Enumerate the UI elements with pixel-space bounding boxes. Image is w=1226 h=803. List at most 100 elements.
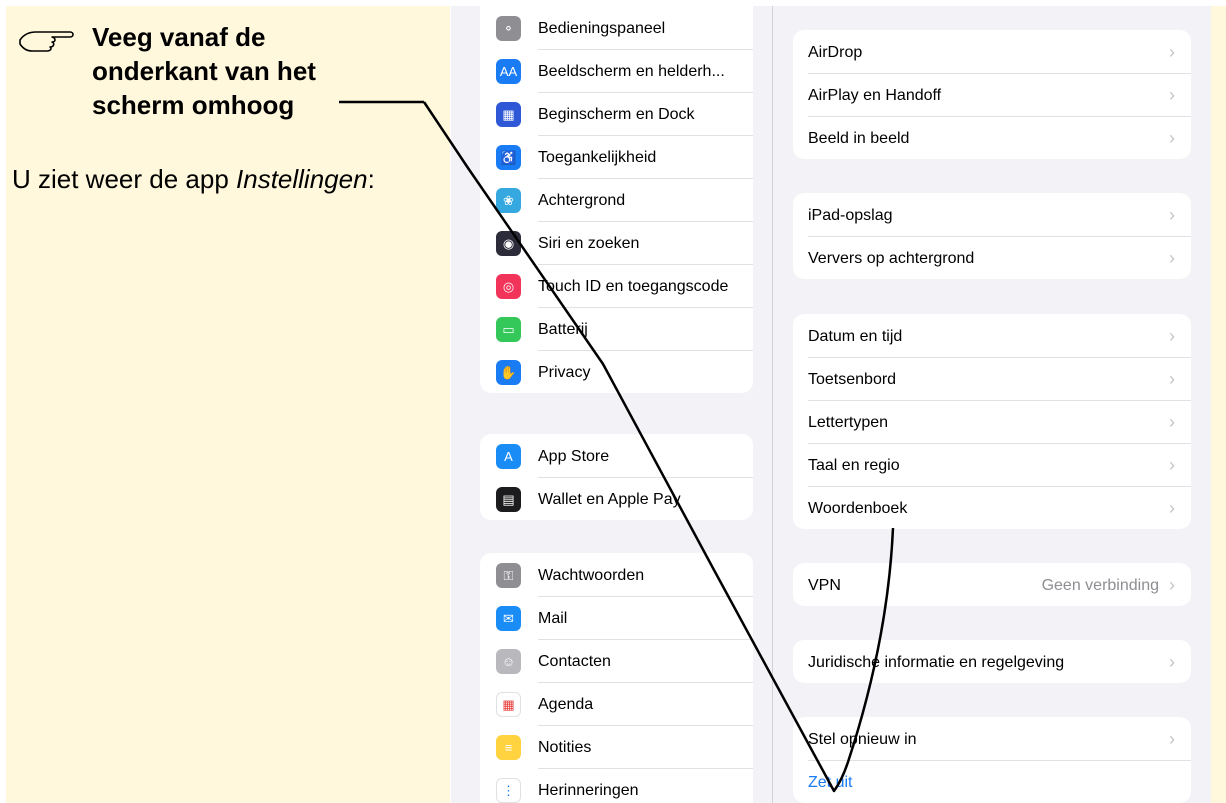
sidebar-item-label: Wachtwoorden — [538, 567, 645, 584]
setting-label: AirPlay en Handoff — [808, 87, 942, 104]
chevron-right-icon: › — [1169, 455, 1175, 475]
setting-lettertypen[interactable]: Lettertypen › — [793, 400, 1191, 443]
sidebar-group: ⚿ Wachtwoorden ✉ Mail ☺ Contacten ▦ Agenda ≡ Noti… — [480, 553, 753, 803]
sidebar-item-label: Privacy — [538, 364, 591, 381]
key-icon: ⚿ — [496, 563, 521, 588]
mail-icon: ✉ — [496, 606, 521, 631]
step-title: Veeg vanaf de onderkant van het scherm o… — [92, 22, 316, 120]
sidebar-item-touch-id-en-toegangscode[interactable]: ◎ Touch ID en toegangscode — [480, 264, 753, 307]
setting-beeld-in-beeld[interactable]: Beeld in beeld › — [793, 116, 1191, 159]
settings-screen: ⚬ Bedieningspaneel AA Beeldscherm en helder… — [451, 6, 1211, 803]
sidebar-item-label: Agenda — [538, 696, 594, 713]
step-body-text: U ziet weer de app — [12, 164, 237, 194]
sidebar-item-label: Achtergrond — [538, 192, 626, 209]
detail-group: Juridische informatie en regelgeving › — [793, 640, 1191, 683]
calendar-icon: ▦ — [496, 692, 521, 717]
sidebar-item-herinneringen[interactable]: ⋮ Herinneringen — [480, 768, 753, 803]
flower-icon: ❀ — [496, 188, 521, 213]
chevron-right-icon: › — [1169, 205, 1175, 225]
chevron-right-icon: › — [1169, 128, 1175, 148]
sidebar-item-achtergrond[interactable]: ❀ Achtergrond — [480, 178, 753, 221]
chevron-right-icon: › — [1169, 652, 1175, 672]
fingerprint-icon: ◎ — [496, 274, 521, 299]
sidebar-item-label: Batterij — [538, 321, 588, 338]
detail-group: VPN Geen verbinding › — [793, 563, 1191, 606]
chevron-right-icon: › — [1169, 575, 1175, 595]
detail-group: Datum en tijd › Toetsenbord › Lettertypen › Ta… — [793, 314, 1191, 529]
setting-label: VPN — [808, 577, 841, 594]
setting-label: Stel opnieuw in — [808, 731, 917, 748]
sidebar-item-toegankelijkheid[interactable]: ♿ Toegankelijkheid — [480, 135, 753, 178]
setting-label: Ververs op achtergrond — [808, 250, 975, 267]
setting-label: AirDrop — [808, 44, 863, 61]
detail-group: Stel opnieuw in › Zet uit — [793, 717, 1191, 803]
setting-toetsenbord[interactable]: Toetsenbord › — [793, 357, 1191, 400]
setting-label: Datum en tijd — [808, 328, 903, 345]
chevron-right-icon: › — [1169, 729, 1175, 749]
setting-datum-en-tijd[interactable]: Datum en tijd › — [793, 314, 1191, 357]
sidebar-item-app-store[interactable]: A App Store — [480, 434, 753, 477]
setting-label: iPad-opslag — [808, 207, 893, 224]
sidebar-item-batterij[interactable]: ▭ Batterij — [480, 307, 753, 350]
sidebar-item-notities[interactable]: ≡ Notities — [480, 725, 753, 768]
accessibility-icon: ♿ — [496, 145, 521, 170]
setting-taal-en-regio[interactable]: Taal en regio › — [793, 443, 1191, 486]
detail-group: AirDrop › AirPlay en Handoff › Beeld in beel… — [793, 30, 1191, 159]
setting-label: Zet uit — [808, 774, 853, 791]
sidebar-item-privacy[interactable]: ✋ Privacy — [480, 350, 753, 393]
sidebar-item-wallet-en-apple-pay[interactable]: ▤ Wallet en Apple Pay — [480, 477, 753, 520]
sidebar-item-agenda[interactable]: ▦ Agenda — [480, 682, 753, 725]
hand-icon: ✋ — [496, 360, 521, 385]
sidebar-item-wachtwoorden[interactable]: ⚿ Wachtwoorden — [480, 553, 753, 596]
reminders-icon: ⋮ — [496, 778, 521, 803]
settings-sidebar: ⚬ Bedieningspaneel AA Beeldscherm en helder… — [451, 6, 773, 803]
setting-label: Juridische informatie en regelgeving — [808, 654, 1065, 671]
sidebar-item-label: Bedieningspaneel — [538, 20, 666, 37]
sidebar-item-label: Mail — [538, 610, 568, 627]
chevron-right-icon: › — [1169, 369, 1175, 389]
sidebar-item-label: Notities — [538, 739, 592, 756]
chevron-right-icon: › — [1169, 326, 1175, 346]
wallet-icon: ▤ — [496, 487, 521, 512]
settings-detail: AirDrop › AirPlay en Handoff › Beeld in beel… — [774, 6, 1211, 803]
setting-stel-opnieuw-in[interactable]: Stel opnieuw in › — [793, 717, 1191, 760]
sidebar-item-label: Contacten — [538, 653, 611, 670]
right-margin — [1211, 6, 1226, 803]
setting-woordenboek[interactable]: Woordenboek › — [793, 486, 1191, 529]
battery-icon: ▭ — [496, 317, 521, 342]
app-name: Instellingen — [236, 164, 368, 194]
sidebar-item-label: Wallet en Apple Pay — [538, 491, 681, 508]
sidebar-item-mail[interactable]: ✉ Mail — [480, 596, 753, 639]
setting-ipad-opslag[interactable]: iPad-opslag › — [793, 193, 1191, 236]
detail-group: iPad-opslag › Ververs op achtergrond › — [793, 193, 1191, 279]
text-size-icon: AA — [496, 59, 521, 84]
step-body: U ziet weer de app Instellingen: — [12, 164, 432, 195]
setting-value: Geen verbinding — [1041, 577, 1159, 594]
sidebar-item-label: Touch ID en toegangscode — [538, 278, 729, 295]
sidebar-item-contacten[interactable]: ☺ Contacten — [480, 639, 753, 682]
setting-vpn[interactable]: VPN Geen verbinding › — [793, 563, 1191, 606]
action-zet-uit[interactable]: Zet uit — [793, 760, 1191, 803]
setting-airplay-en-handoff[interactable]: AirPlay en Handoff › — [793, 73, 1191, 116]
sidebar-item-bedieningspaneel[interactable]: ⚬ Bedieningspaneel — [480, 6, 753, 49]
sidebar-item-label: Herinneringen — [538, 782, 639, 799]
instruction-panel: Veeg vanaf de onderkant van het scherm o… — [6, 6, 450, 803]
siri-icon: ◉ — [496, 231, 521, 256]
step-body-suffix: : — [367, 164, 375, 194]
sidebar-item-label: Siri en zoeken — [538, 235, 640, 252]
pointing-hand-icon — [19, 31, 74, 52]
setting-ververs-op-achtergrond[interactable]: Ververs op achtergrond › — [793, 236, 1191, 279]
switches-icon: ⚬ — [496, 16, 521, 41]
sidebar-item-siri-en-zoeken[interactable]: ◉ Siri en zoeken — [480, 221, 753, 264]
setting-label: Woordenboek — [808, 500, 908, 517]
sidebar-item-label: App Store — [538, 448, 610, 465]
sidebar-item-beeldscherm-en-helderh[interactable]: AA Beeldscherm en helderh... — [480, 49, 753, 92]
sidebar-item-beginscherm-en-dock[interactable]: ▦ Beginscherm en Dock — [480, 92, 753, 135]
sidebar-item-label: Beeldscherm en helderh... — [538, 63, 725, 80]
sidebar-item-label: Beginscherm en Dock — [538, 106, 695, 123]
chevron-right-icon: › — [1169, 42, 1175, 62]
setting-juridische-informatie-en-regelgeving[interactable]: Juridische informatie en regelgeving › — [793, 640, 1191, 683]
chevron-right-icon: › — [1169, 248, 1175, 268]
chevron-right-icon: › — [1169, 498, 1175, 518]
setting-airdrop[interactable]: AirDrop › — [793, 30, 1191, 73]
